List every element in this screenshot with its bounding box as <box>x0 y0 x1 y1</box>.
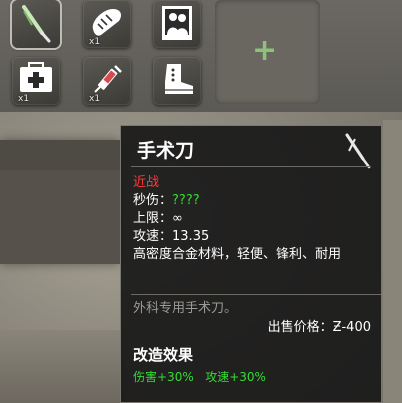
add-slot-button[interactable]: + <box>252 36 277 66</box>
item-name: 手术刀 <box>137 140 195 162</box>
left-panel-header <box>0 140 120 170</box>
modification-title: 改造效果 <box>133 346 194 364</box>
item-count: x1 <box>89 37 101 47</box>
item-category: 近战 <box>133 175 160 190</box>
sell-price: 出售价格：Ƶ-400 <box>268 316 371 335</box>
speed-row: 攻速：13.35 <box>133 225 209 244</box>
modification-effects: 伤害+30% 攻速+30% <box>133 368 266 385</box>
speed-value: 13.35 <box>172 229 210 244</box>
dps-row: 秒伤：???? <box>133 189 200 208</box>
item-count: x1 <box>89 94 101 104</box>
scalpel-icon <box>22 5 51 43</box>
tooltip-divider <box>131 294 381 295</box>
boot-icon <box>165 64 193 94</box>
inventory-slot-syringe[interactable]: x1 <box>83 57 131 105</box>
inventory-slot-first-aid[interactable]: x1 <box>12 57 60 105</box>
mod-effect-speed: 攻速+30% <box>205 370 266 384</box>
bottom-left-background <box>0 330 125 403</box>
dps-label: 秒伤： <box>133 193 173 208</box>
speed-label: 攻速： <box>133 229 173 244</box>
limit-row: 上限：∞ <box>133 207 183 226</box>
limit-value: ∞ <box>172 211 183 226</box>
inventory-slot-scalpel[interactable] <box>12 0 60 48</box>
item-tooltip: 手术刀 近战 秒伤：???? 上限：∞ 攻速：13.35 高密度合金材料，轻便、… <box>120 125 382 403</box>
item-description: 外科专用手术刀。 <box>133 301 238 316</box>
right-strip-background <box>383 120 402 403</box>
photo-icon <box>162 6 192 40</box>
mod-effect-damage: 伤害+30% <box>133 370 194 384</box>
item-count: x1 <box>18 94 30 104</box>
sell-price-label: 出售价格： <box>267 320 333 335</box>
limit-label: 上限： <box>133 211 173 226</box>
dps-value: ???? <box>172 193 200 208</box>
inventory-slot-photo[interactable] <box>153 0 201 48</box>
inventory-slot-boot[interactable] <box>153 57 201 105</box>
sell-price-value: Ƶ-400 <box>332 320 371 335</box>
item-traits: 高密度合金材料，轻便、锋利、耐用 <box>133 247 342 262</box>
scalpel-icon <box>345 133 371 169</box>
top-panel-background <box>0 0 402 112</box>
inventory-slot-bread[interactable]: x1 <box>83 0 131 48</box>
tooltip-divider <box>131 166 371 167</box>
